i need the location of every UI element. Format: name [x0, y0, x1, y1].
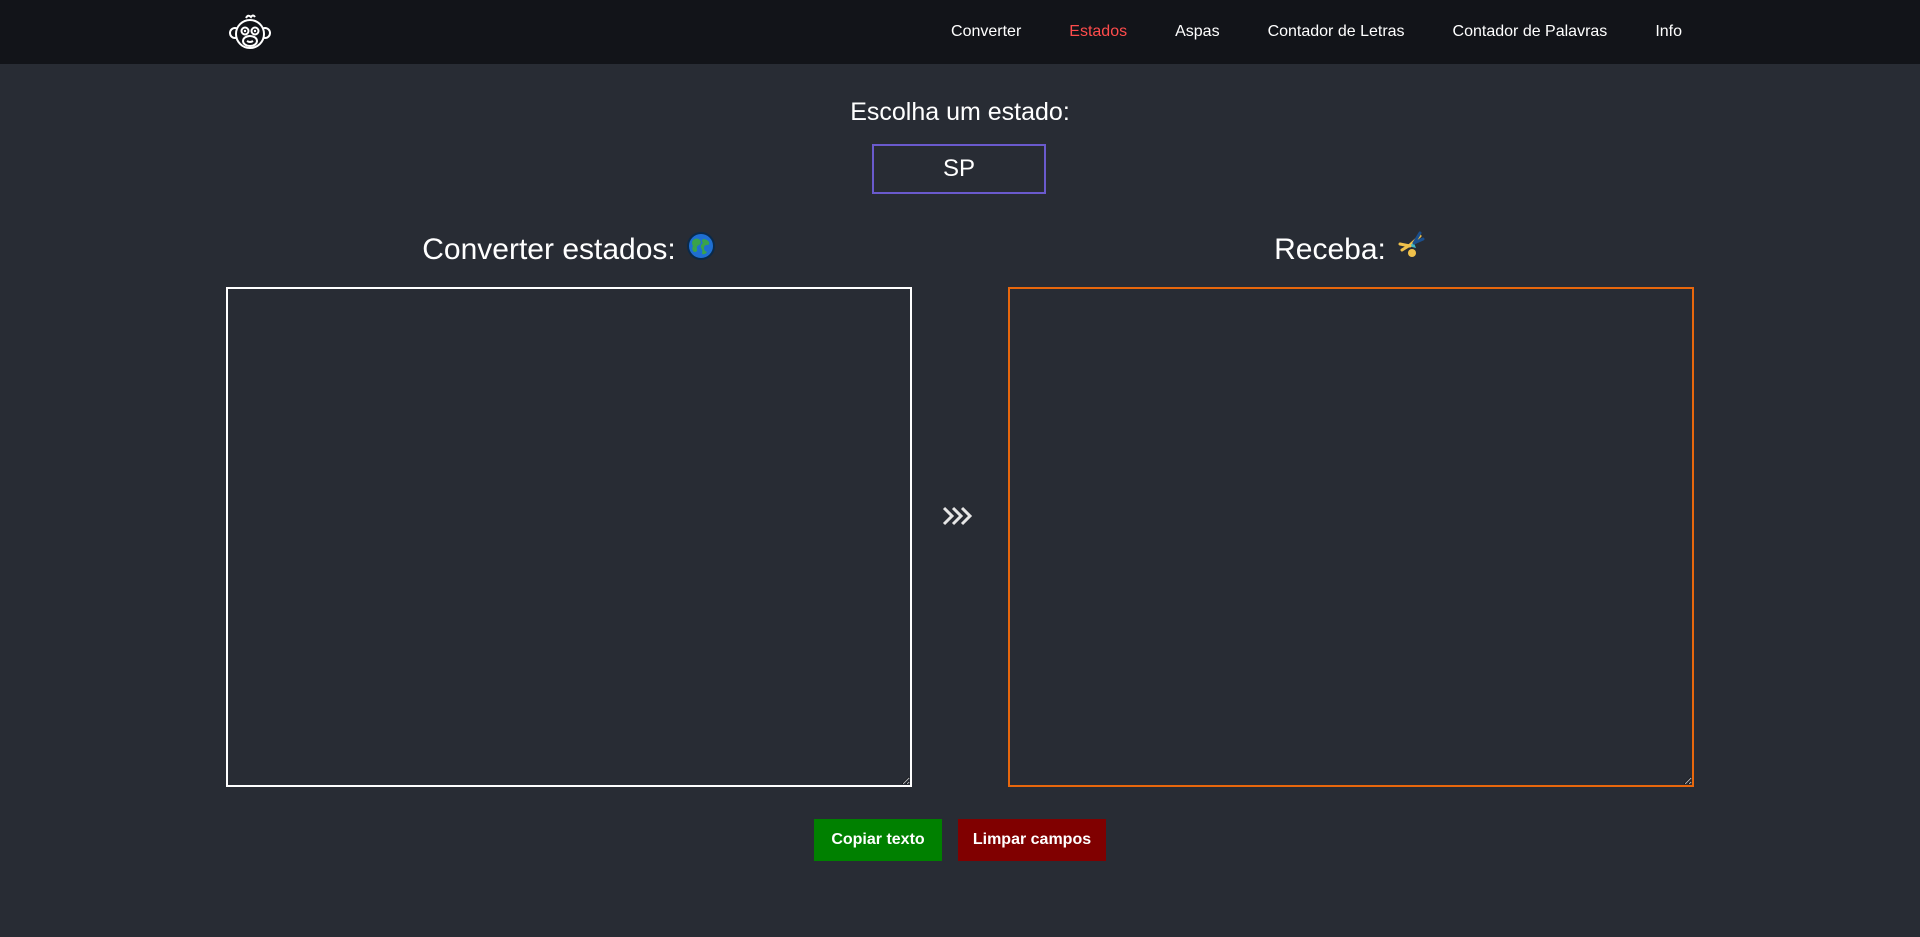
nav-link-aspas[interactable]: Aspas	[1175, 23, 1219, 41]
copy-text-button[interactable]: Copiar texto	[814, 819, 942, 861]
monkey-face-icon[interactable]	[226, 12, 274, 52]
output-column-title: Receba:	[1008, 230, 1694, 270]
nav-link-estados[interactable]: Estados	[1069, 23, 1127, 41]
output-title-text: Receba:	[1274, 233, 1386, 266]
nav-link-converter[interactable]: Converter	[951, 23, 1021, 41]
nav-link-contador-de-letras[interactable]: Contador de Letras	[1268, 23, 1405, 41]
output-textarea[interactable]	[1008, 287, 1694, 787]
state-picker-label: Escolha um estado:	[850, 98, 1070, 126]
input-title-text: Converter estados:	[422, 233, 676, 266]
top-navbar: Converter Estados Aspas Contador de Letr…	[0, 0, 1920, 64]
cartwheel-person-icon	[1396, 230, 1428, 270]
state-input[interactable]	[872, 144, 1046, 194]
nav-link-info[interactable]: Info	[1655, 23, 1682, 41]
input-textarea[interactable]	[226, 287, 912, 787]
triple-chevron-right-icon	[941, 504, 977, 528]
clear-fields-button[interactable]: Limpar campos	[958, 819, 1106, 861]
nav-link-contador-de-palavras[interactable]: Contador de Palavras	[1453, 23, 1608, 41]
globe-icon	[686, 231, 716, 269]
nav-links: Converter Estados Aspas Contador de Letr…	[951, 0, 1682, 64]
input-column-title: Converter estados:	[226, 230, 912, 270]
